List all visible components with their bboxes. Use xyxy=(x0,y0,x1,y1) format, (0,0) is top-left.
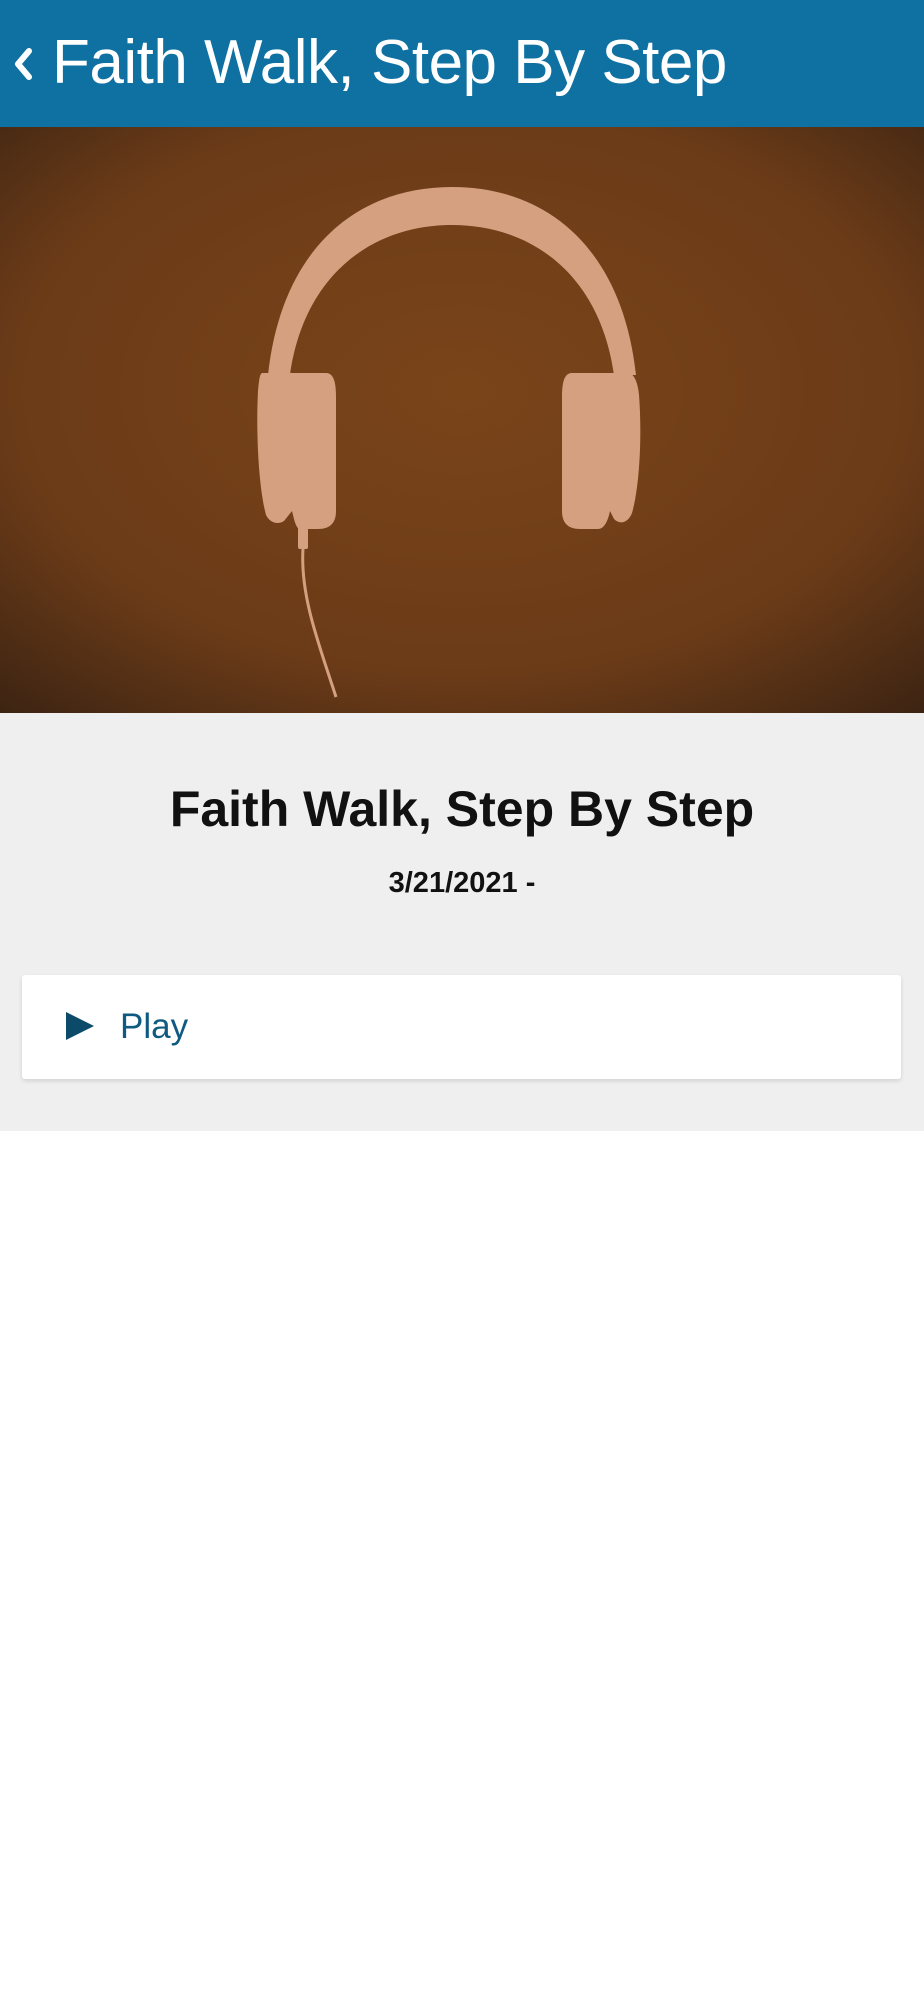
app-header: Faith Walk, Step By Step xyxy=(0,0,924,127)
hero-image xyxy=(0,127,924,713)
episode-title: Faith Walk, Step By Step xyxy=(169,781,755,837)
back-button[interactable] xyxy=(0,0,46,127)
episode-date: 3/21/2021 - xyxy=(388,867,536,899)
episode-info: Faith Walk, Step By Step 3/21/2021 - Pla… xyxy=(0,713,924,1131)
page-title: Faith Walk, Step By Step xyxy=(52,28,727,97)
chevron-left-icon xyxy=(15,47,32,80)
play-icon xyxy=(66,1012,94,1040)
play-button[interactable]: Play xyxy=(22,975,901,1079)
play-label: Play xyxy=(120,1007,189,1046)
headphones-artwork xyxy=(0,127,924,713)
